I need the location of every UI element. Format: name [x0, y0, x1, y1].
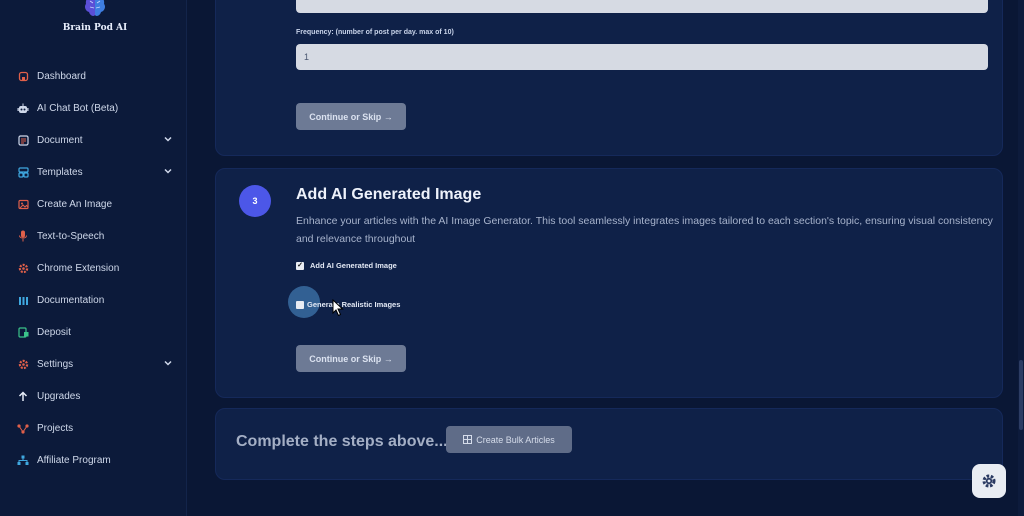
- complete-steps-card: Complete the steps above... Create Bulk …: [215, 408, 1003, 480]
- generate-realistic-checkbox[interactable]: [296, 300, 304, 309]
- brand-logo[interactable]: Brain Pod AI: [60, 0, 130, 40]
- sidebar-item-label: Documentation: [37, 294, 105, 306]
- sidebar-item-text-to-speech[interactable]: Text-to-Speech: [0, 220, 187, 252]
- scrollbar-thumb[interactable]: [1019, 360, 1023, 430]
- step-description: Enhance your articles with the AI Image …: [296, 215, 993, 245]
- image-icon: [17, 198, 29, 210]
- add-ai-image-option[interactable]: ✓ Add AI Generated Image: [296, 261, 397, 270]
- sidebar-item-templates[interactable]: Templates: [0, 156, 187, 188]
- sidebar-item-deposit[interactable]: Deposit: [0, 316, 187, 348]
- brain-logo-icon: [85, 0, 105, 16]
- sidebar-item-settings[interactable]: Settings: [0, 348, 187, 380]
- sidebar: Brain Pod AI Dashboard AI Chat Bot (Beta…: [0, 0, 187, 516]
- gear-icon: [982, 474, 996, 488]
- book-icon: [17, 294, 29, 306]
- microphone-icon: [17, 230, 29, 242]
- sidebar-item-label: Chrome Extension: [37, 262, 120, 274]
- sidebar-item-dashboard[interactable]: Dashboard: [0, 60, 187, 92]
- frequency-label: Frequency: (number of post per day. max …: [296, 29, 454, 36]
- sidebar-item-document[interactable]: Document: [0, 124, 187, 156]
- create-bulk-articles-button[interactable]: Create Bulk Articles: [446, 426, 572, 453]
- settings-fab-button[interactable]: [972, 464, 1006, 498]
- scrollbar-track[interactable]: [1018, 0, 1024, 516]
- frequency-input[interactable]: 1: [296, 44, 988, 70]
- sidebar-item-label: Projects: [37, 422, 74, 434]
- add-ai-image-checkbox[interactable]: ✓: [296, 261, 304, 270]
- sidebar-item-label: Dashboard: [37, 70, 86, 82]
- sidebar-item-label: Create An Image: [37, 198, 113, 210]
- step-number-badge: 3: [239, 185, 271, 217]
- gear-cog-icon: [17, 262, 29, 274]
- brand-name: Brain Pod AI: [62, 23, 128, 33]
- sidebar-item-label: Settings: [37, 358, 74, 370]
- sidebar-item-upgrades[interactable]: Upgrades: [0, 380, 187, 412]
- sidebar-item-label: Document: [37, 134, 83, 146]
- grid-icon: [463, 435, 473, 444]
- sidebar-item-documentation[interactable]: Documentation: [0, 284, 187, 316]
- sidebar-item-label: Templates: [37, 166, 83, 178]
- chevron-down-icon[interactable]: [163, 134, 173, 144]
- sidebar-item-label: AI Chat Bot (Beta): [37, 102, 119, 114]
- mouse-cursor-icon: [332, 299, 344, 317]
- affiliate-icon: [17, 454, 29, 466]
- robot-icon: [17, 102, 29, 114]
- home-icon: [17, 70, 29, 82]
- chevron-down-icon[interactable]: [163, 358, 173, 368]
- create-bulk-articles-label: Create Bulk Articles: [476, 434, 555, 445]
- sidebar-item-label: Affiliate Program: [37, 454, 111, 466]
- add-ai-image-label: Add AI Generated Image: [310, 261, 397, 270]
- generate-realistic-option[interactable]: Generate Realistic Images: [296, 300, 400, 309]
- step-title: Add AI Generated Image: [296, 186, 482, 203]
- step-3-card: 3 Add AI Generated Image Enhance your ar…: [215, 168, 1003, 398]
- continue-or-skip-button[interactable]: Continue or Skip →: [296, 345, 406, 372]
- projects-icon: [17, 422, 29, 434]
- document-icon: [17, 134, 29, 146]
- complete-steps-text: Complete the steps above...: [236, 433, 448, 450]
- sidebar-item-affiliate-program[interactable]: Affiliate Program: [0, 444, 187, 476]
- settings-icon: [17, 358, 29, 370]
- templates-icon: [17, 166, 29, 178]
- chevron-down-icon[interactable]: [163, 166, 173, 176]
- schedule-select[interactable]: [296, 0, 988, 13]
- sidebar-item-create-an-image[interactable]: Create An Image: [0, 188, 187, 220]
- step-2-card: Frequency: (number of post per day. max …: [215, 0, 1003, 156]
- arrow-up-icon: [17, 390, 29, 402]
- main-content: Frequency: (number of post per day. max …: [187, 0, 1024, 516]
- sidebar-item-label: Text-to-Speech: [37, 230, 105, 242]
- deposit-icon: [17, 326, 29, 338]
- sidebar-nav: Dashboard AI Chat Bot (Beta) Document Te…: [0, 60, 187, 476]
- sidebar-item-label: Deposit: [37, 326, 71, 338]
- sidebar-item-projects[interactable]: Projects: [0, 412, 187, 444]
- sidebar-item-label: Upgrades: [37, 390, 81, 402]
- sidebar-item-chrome-extension[interactable]: Chrome Extension: [0, 252, 187, 284]
- sidebar-item-ai-chat-bot[interactable]: AI Chat Bot (Beta): [0, 92, 187, 124]
- generate-realistic-label: Generate Realistic Images: [307, 300, 401, 309]
- continue-or-skip-button[interactable]: Continue or Skip →: [296, 103, 406, 130]
